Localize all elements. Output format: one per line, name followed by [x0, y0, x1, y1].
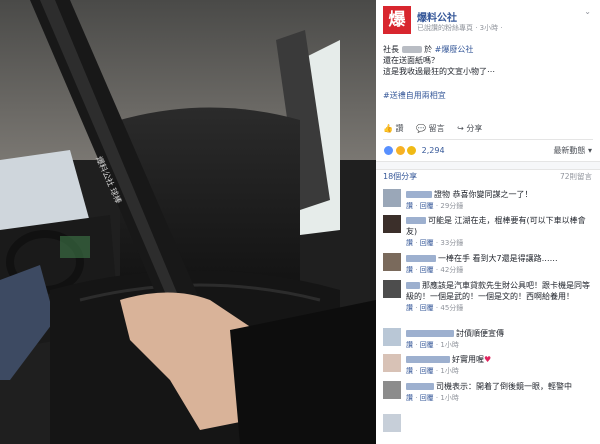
shares-link[interactable]: 18個分享: [383, 171, 417, 182]
comments-count[interactable]: 72則留言: [560, 171, 592, 182]
avatar[interactable]: [383, 280, 401, 298]
chevron-down-icon[interactable]: ⌄: [584, 7, 591, 16]
comment-time: 1小時: [440, 341, 459, 349]
like-reaction-icon: [383, 145, 394, 156]
post-text-in: 於: [424, 45, 433, 54]
comment-author[interactable]: [406, 330, 454, 337]
avatar: [383, 414, 401, 432]
comment-reply-link[interactable]: 回覆: [420, 367, 434, 375]
comment-text: 司機表示：開着了倒後鏡一眼，輕警中: [436, 382, 572, 391]
post-photo[interactable]: 爆料公社 球棒: [0, 0, 376, 444]
reaction-count: 2,294: [421, 146, 445, 155]
thumb-up-icon: 👍: [383, 124, 393, 133]
comment-like-link[interactable]: 讚: [406, 394, 413, 402]
reactions-summary[interactable]: 2,294: [383, 145, 445, 156]
share-button[interactable]: ↪ 分享: [457, 123, 482, 134]
comment-reply-link[interactable]: 回覆: [420, 341, 434, 349]
comment-like-link[interactable]: 讚: [406, 202, 413, 210]
comment-author[interactable]: [406, 383, 434, 390]
post-text: 社長 於 #爆廢公社 還在送面紙嗎？ 這是我收過最狂的文宣小物了⋯: [383, 44, 593, 77]
comment-time: 33分鐘: [440, 239, 464, 247]
comment-reply-link[interactable]: 回覆: [420, 394, 434, 402]
post-line-2: 還在送面紙嗎？: [383, 56, 439, 65]
section-divider: [376, 161, 600, 170]
post-panel: 爆 爆料公社 已說讚的粉絲專頁 · 3小時 · ⌄ 社長 於 #爆廢公社 還在送…: [376, 0, 600, 444]
blurred-name: [401, 46, 422, 53]
comment-text: 討債順便宣傳: [456, 329, 504, 338]
sort-dropdown[interactable]: 最新動態 ▾: [553, 145, 592, 156]
page-avatar[interactable]: 爆: [383, 6, 411, 34]
comment-reply-link[interactable]: 回覆: [420, 266, 434, 274]
haha-reaction-icon: [394, 145, 406, 156]
comment-time: 1小時: [440, 367, 459, 375]
avatar[interactable]: [383, 328, 401, 346]
post-author-prefix: 社長: [383, 45, 399, 54]
comment-text: 證物 恭喜你變同謀之一了！: [434, 190, 533, 199]
avatar[interactable]: [383, 215, 401, 233]
post-line-3: 這是我收過最狂的文宣小物了⋯: [383, 67, 495, 76]
comment-time: 45分鐘: [440, 304, 464, 312]
wow-reaction-icon: [406, 145, 418, 156]
page-name-link[interactable]: 爆料公社: [417, 9, 457, 24]
comment-like-link[interactable]: 讚: [406, 266, 413, 274]
comment-text: 好實用喔: [452, 355, 484, 364]
comment-reply-link[interactable]: 回覆: [420, 202, 434, 210]
post-page-tag[interactable]: #爆廢公社: [435, 45, 474, 54]
comment-text: 可能是 江湖在走，棍棒要有(可以下車以棒會友): [406, 216, 586, 236]
comment-reply-link[interactable]: 回覆: [420, 304, 434, 312]
comment-reply-link[interactable]: 回覆: [420, 239, 434, 247]
comment-like-link[interactable]: 讚: [406, 367, 413, 375]
heart-icon: ♥: [484, 355, 492, 364]
like-button[interactable]: 👍 讚: [383, 123, 404, 134]
comment-author[interactable]: [406, 255, 436, 262]
comment-time: 29分鐘: [440, 202, 464, 210]
post-header: 爆 爆料公社 已說讚的粉絲專頁 · 3小時 · ⌄: [383, 6, 595, 36]
post-hashtag[interactable]: #送禮自用兩相宜: [383, 90, 446, 101]
comment-button[interactable]: 💬 留言: [416, 123, 445, 134]
comment-author[interactable]: [406, 282, 420, 289]
avatar[interactable]: [383, 381, 401, 399]
divider: [383, 139, 593, 140]
comment-author[interactable]: [406, 191, 432, 198]
comment-time: 42分鐘: [440, 266, 464, 274]
avatar[interactable]: [383, 253, 401, 271]
comment-icon: 💬: [416, 124, 427, 133]
comment-author[interactable]: [406, 356, 450, 363]
comment-author[interactable]: [406, 217, 426, 224]
avatar[interactable]: [383, 354, 401, 372]
share-icon: ↪: [457, 124, 464, 133]
comment-like-link[interactable]: 讚: [406, 304, 413, 312]
photo-illustration: 爆料公社 球棒: [0, 0, 376, 444]
comment-like-link[interactable]: 讚: [406, 341, 413, 349]
avatar[interactable]: [383, 189, 401, 207]
comment-text: 一棒在手 看到大7還是得讓路……: [438, 254, 558, 263]
comment-time: 1小時: [440, 394, 459, 402]
comment-text: 那應該是汽車貸款先生財公具吧！跟卡機是同等級的！一個是武的！一個是文的！西啊給養…: [406, 281, 590, 301]
post-actions: 👍 讚 💬 留言 ↪ 分享: [383, 123, 492, 135]
post-meta: 已說讚的粉絲專頁 · 3小時 ·: [417, 24, 503, 32]
comment-like-link[interactable]: 讚: [406, 239, 413, 247]
